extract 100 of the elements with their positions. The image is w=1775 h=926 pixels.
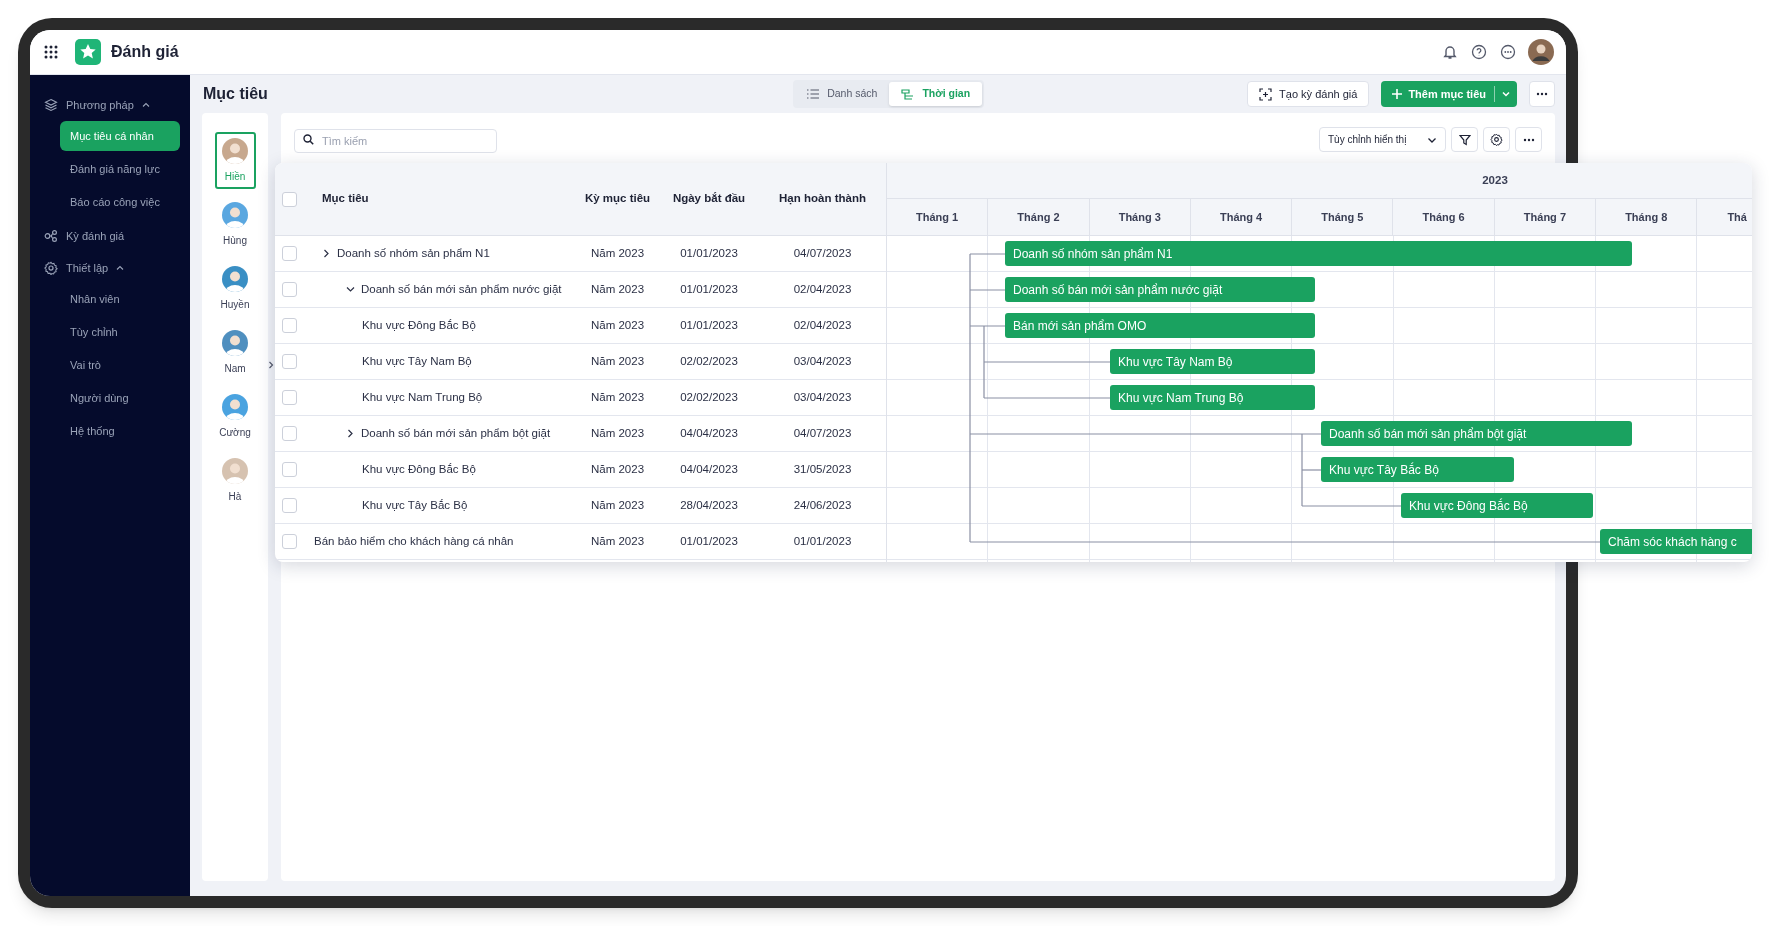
chat-icon[interactable] bbox=[1500, 44, 1516, 60]
chevron-right-icon[interactable] bbox=[346, 429, 355, 438]
month-label: Tháng 7 bbox=[1523, 209, 1566, 225]
sidebar-item[interactable]: Báo cáo công việc bbox=[60, 187, 180, 217]
goal-name: Khu vực Đông Bắc Bộ bbox=[362, 317, 476, 333]
table-cell-text: Năm 2023 bbox=[589, 389, 646, 405]
table-cell-text: 02/04/2023 bbox=[792, 317, 853, 333]
apps-grid-icon[interactable] bbox=[44, 45, 58, 59]
sidebar-item[interactable]: Hệ thống bbox=[60, 416, 180, 446]
table-cell-text: 03/04/2023 bbox=[792, 389, 853, 405]
column-header: Hạn hoàn thành bbox=[778, 191, 867, 207]
person-item[interactable]: Nam bbox=[214, 324, 256, 381]
person-name: Cường bbox=[219, 426, 251, 440]
user-avatar[interactable] bbox=[1528, 39, 1554, 65]
chevron-up-icon[interactable] bbox=[141, 102, 150, 108]
table-cell-text: Năm 2023 bbox=[589, 497, 646, 513]
table-cell-text: 01/01/2023 bbox=[679, 281, 739, 297]
app-title: Đánh giá bbox=[111, 42, 179, 62]
person-name: Hà bbox=[228, 490, 242, 504]
sidebar-item[interactable]: Đánh giá năng lực bbox=[60, 154, 180, 184]
table-cell-text: 28/04/2023 bbox=[679, 497, 739, 513]
sidebar-section[interactable]: Thiết lập bbox=[66, 259, 109, 277]
search-field[interactable]: Tìm kiếm bbox=[294, 128, 497, 153]
table-cell-text: 31/05/2023 bbox=[792, 461, 853, 477]
checkbox[interactable] bbox=[282, 390, 297, 405]
person-name: Huyền bbox=[220, 298, 250, 312]
sidebar-section[interactable]: Phương pháp bbox=[66, 96, 134, 114]
sidebar-section[interactable]: Kỳ đánh giá bbox=[66, 227, 125, 245]
settings-button[interactable] bbox=[1483, 127, 1510, 152]
checkbox[interactable] bbox=[282, 191, 297, 207]
person-name: Nam bbox=[224, 362, 246, 376]
month-label: Tháng 2 bbox=[1017, 209, 1060, 225]
goal-name: Doanh số bán mới sản phẩm bột giặt bbox=[361, 425, 551, 441]
collapse-chevron-icon[interactable] bbox=[268, 361, 274, 369]
page-title: Mục tiêu bbox=[203, 84, 268, 104]
checkbox[interactable] bbox=[282, 534, 297, 549]
chevron-up-icon[interactable] bbox=[116, 265, 125, 271]
month-label: Tháng 8 bbox=[1625, 209, 1668, 225]
column-header: Ngày bắt đầu bbox=[671, 191, 747, 207]
checkbox[interactable] bbox=[282, 462, 297, 477]
table-cell-text: 03/04/2023 bbox=[792, 353, 853, 369]
checkbox[interactable] bbox=[282, 354, 297, 369]
table-cell-text: Năm 2023 bbox=[589, 281, 646, 297]
table-cell-text: Năm 2023 bbox=[589, 425, 646, 441]
checkbox[interactable] bbox=[282, 282, 297, 297]
bell-icon[interactable] bbox=[1442, 44, 1458, 60]
table-cell-text: 04/04/2023 bbox=[679, 425, 739, 441]
dropdown-label: Tùy chỉnh hiển thị bbox=[1328, 133, 1407, 147]
table-cell-text: 01/01/2023 bbox=[679, 245, 739, 261]
filter-button[interactable] bbox=[1451, 127, 1478, 152]
checkbox[interactable] bbox=[282, 246, 297, 261]
chevron-right-icon[interactable] bbox=[322, 249, 331, 258]
goal-name: Khu vực Tây Nam Bộ bbox=[362, 353, 472, 369]
timeline-icon bbox=[901, 88, 915, 100]
create-period-button[interactable]: Tạo kỳ đánh giá bbox=[1247, 81, 1370, 107]
person-name: Hùng bbox=[223, 234, 247, 248]
table-cell-text: 01/01/2023 bbox=[679, 317, 739, 333]
table-cell-text: Năm 2023 bbox=[589, 533, 646, 549]
sidebar-item[interactable]: Vai trò bbox=[60, 350, 180, 380]
person-item[interactable]: Huyền bbox=[214, 260, 256, 317]
list-icon bbox=[807, 89, 820, 99]
table-cell-text: 04/07/2023 bbox=[792, 245, 853, 261]
month-label: Tháng 3 bbox=[1118, 209, 1161, 225]
goal-name: Khu vực Tây Bắc Bộ bbox=[362, 497, 468, 513]
more-icon bbox=[1522, 137, 1535, 142]
checkbox[interactable] bbox=[282, 318, 297, 333]
view-tab[interactable]: Danh sách bbox=[795, 82, 890, 106]
display-dropdown[interactable]: Tùy chỉnh hiển thị bbox=[1319, 127, 1446, 152]
sidebar-item[interactable]: Nhân viên bbox=[60, 284, 180, 314]
table-cell-text: 01/01/2023 bbox=[792, 533, 853, 549]
help-icon[interactable] bbox=[1471, 44, 1487, 60]
table-cell-text: 04/04/2023 bbox=[679, 461, 739, 477]
table-cell-text: 04/07/2023 bbox=[792, 425, 853, 441]
avatar bbox=[222, 458, 248, 484]
column-header: Kỳ mục tiêu bbox=[583, 191, 652, 207]
month-label: Tháng 1 bbox=[916, 209, 959, 225]
month-label: Tháng 6 bbox=[1422, 209, 1465, 225]
avatar bbox=[222, 202, 248, 228]
avatar bbox=[222, 266, 248, 292]
sidebar-item[interactable]: Người dùng bbox=[60, 383, 180, 413]
goal-name: Khu vực Nam Trung Bộ bbox=[362, 389, 483, 405]
checkbox[interactable] bbox=[282, 426, 297, 441]
goal-name: Doanh số nhóm sản phẩm N1 bbox=[337, 245, 490, 261]
column-header: Mục tiêu bbox=[321, 191, 370, 207]
layers-icon bbox=[44, 98, 58, 112]
avatar bbox=[222, 138, 248, 164]
sidebar-item[interactable]: Tùy chỉnh bbox=[60, 317, 180, 347]
nodes-icon bbox=[44, 229, 58, 243]
search-icon bbox=[303, 134, 314, 145]
star-logo-icon bbox=[75, 39, 101, 65]
month-label: Thá bbox=[1727, 209, 1747, 225]
person-item[interactable]: Hà bbox=[214, 452, 256, 509]
caret-icon[interactable] bbox=[1501, 89, 1511, 99]
table-cell-text: Năm 2023 bbox=[589, 245, 646, 261]
checkbox[interactable] bbox=[282, 498, 297, 513]
add-frame-icon bbox=[1259, 87, 1273, 101]
person-item[interactable]: Hùng bbox=[214, 196, 256, 253]
person-name: Hiền bbox=[224, 170, 246, 184]
chevron-down-icon[interactable] bbox=[346, 285, 355, 294]
person-item[interactable]: Cường bbox=[214, 388, 256, 445]
